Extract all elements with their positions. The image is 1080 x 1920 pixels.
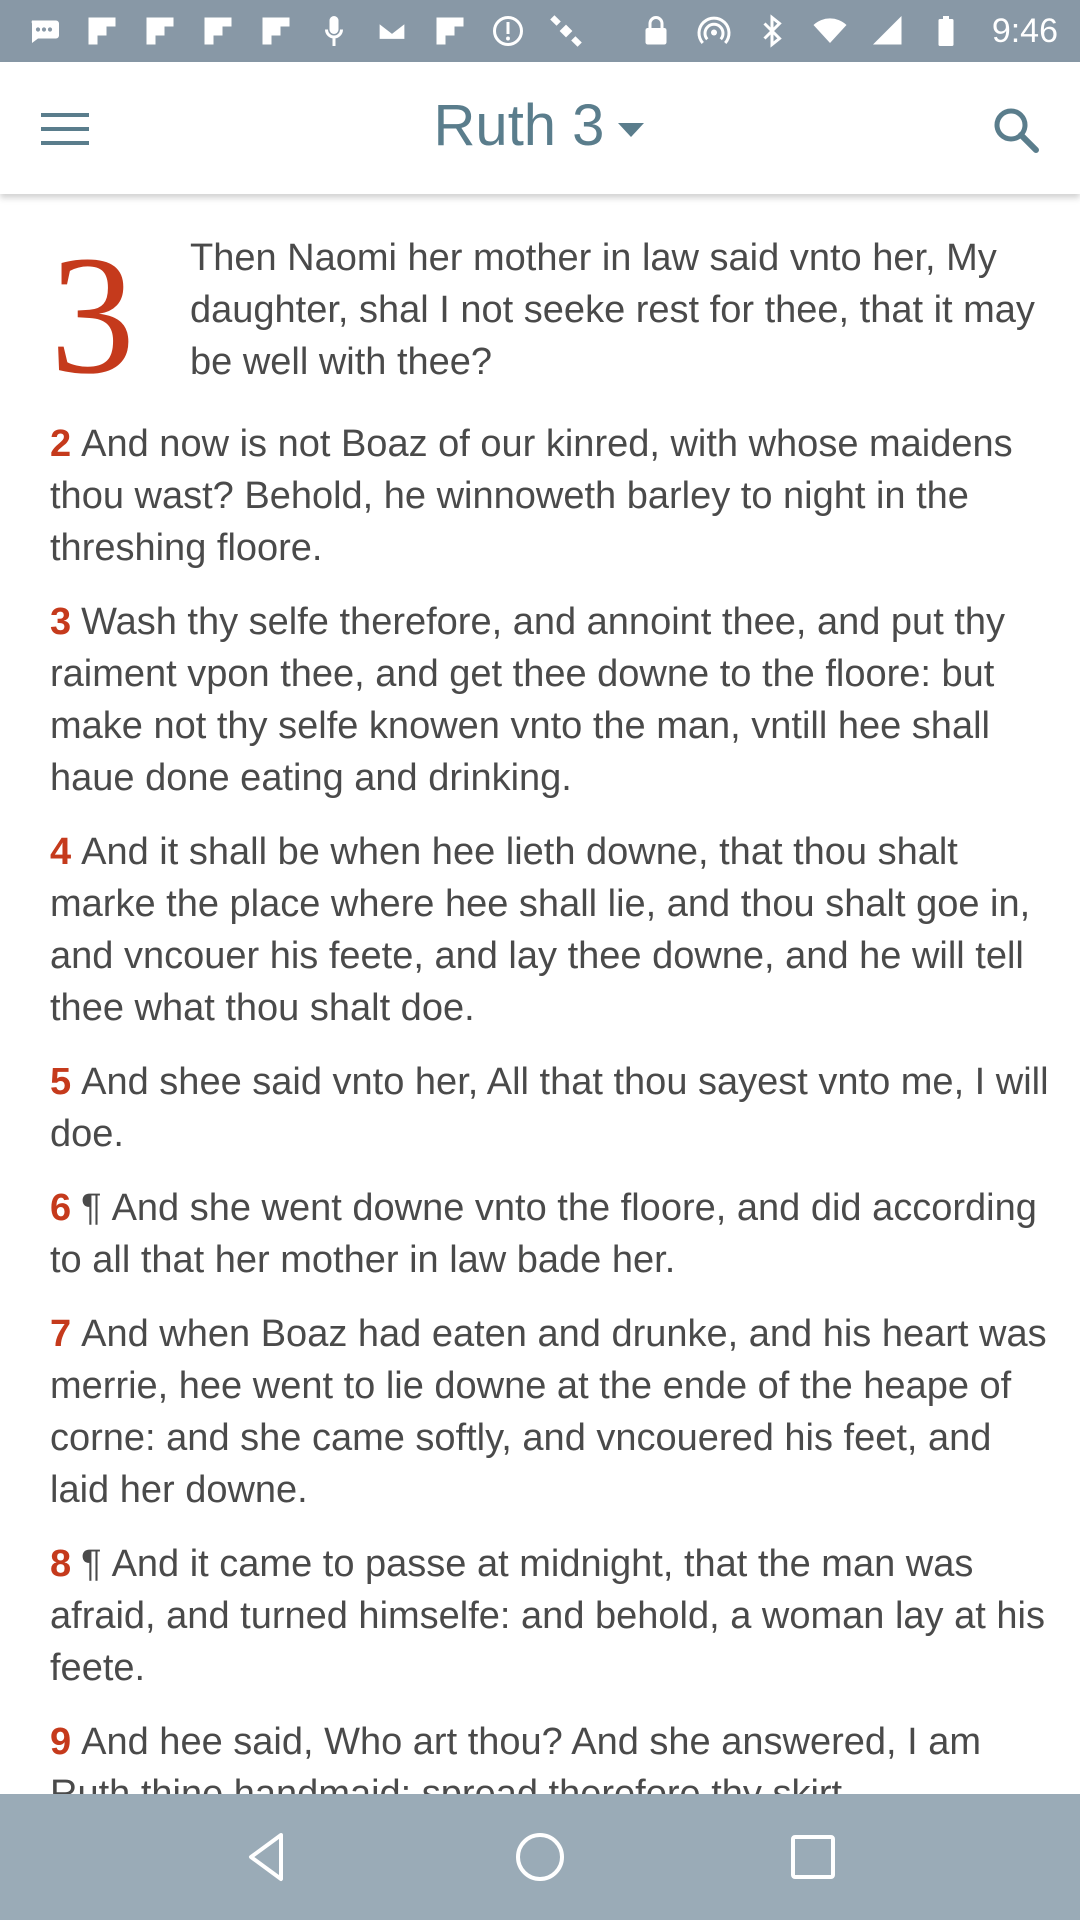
- back-triangle-icon: [248, 1833, 283, 1881]
- mail-icon: [374, 13, 410, 49]
- verse-text: And it came to passe at midnight, that t…: [50, 1543, 1045, 1689]
- flipboard-icon: [200, 13, 236, 49]
- chapter-content[interactable]: 3 Then Naomi her mother in law said vnto…: [0, 196, 1080, 1794]
- verse: 7 And when Boaz had eaten and drunke, and…: [50, 1308, 1052, 1516]
- verse: 5 And shee said vnto her, All that thou s…: [50, 1056, 1052, 1160]
- verse-number: 7: [50, 1313, 72, 1355]
- verse: 2 And now is not Boaz of our kinred, with…: [50, 418, 1052, 574]
- recents-square-icon: [791, 1835, 836, 1879]
- pilcrow-mark: ¶: [81, 1187, 102, 1229]
- status-right-icons: 9:46: [638, 12, 1058, 51]
- verse: 9 And hee said, Who art thou? And she ans…: [50, 1716, 1052, 1794]
- verse-text: Then Naomi her mother in law said vnto h…: [190, 237, 1035, 383]
- lock-icon: [638, 13, 674, 49]
- verse-number: 2: [50, 423, 72, 465]
- search-icon: [994, 108, 1039, 153]
- back-button[interactable]: [227, 1817, 307, 1897]
- verse-number: 5: [50, 1061, 72, 1103]
- verse-text: And shee said vnto her, All that thou sa…: [50, 1061, 1049, 1155]
- status-time: 9:46: [991, 11, 1058, 50]
- verse-text: And now is not Boaz of our kinred, with …: [50, 423, 1013, 569]
- chapter-selector[interactable]: Ruth 3: [0, 92, 1080, 159]
- status-left-icons: [26, 13, 584, 49]
- home-circle-icon: [515, 1833, 564, 1881]
- system-nav-bar: [0, 1794, 1080, 1920]
- verse-text: And she went downe vnto the floore, and …: [50, 1187, 1037, 1281]
- status-bar: 9:46: [0, 0, 1080, 62]
- verse-1: 3 Then Naomi her mother in law said vnto…: [50, 221, 1052, 409]
- verse-text: And it shall be when hee lieth downe, th…: [50, 831, 1031, 1029]
- verse-text: And when Boaz had eaten and drunke, and …: [50, 1313, 1047, 1511]
- info-icon: [490, 13, 526, 49]
- verse-number: 8: [50, 1543, 72, 1585]
- flipboard-icon: [142, 13, 178, 49]
- verse-number: 3: [50, 601, 72, 643]
- battery-icon: [928, 13, 964, 49]
- search-button[interactable]: [990, 104, 1042, 156]
- dropdown-arrow-icon: [618, 122, 645, 137]
- verse-text: And hee said, Who art thou? And she answ…: [50, 1721, 982, 1794]
- flipboard-icon: [432, 13, 468, 49]
- verse: 4 And it shall be when hee lieth downe, t…: [50, 826, 1052, 1034]
- recents-button[interactable]: [773, 1817, 853, 1897]
- verse-number: 9: [50, 1721, 72, 1763]
- page-title: Ruth 3: [433, 93, 605, 158]
- app-bar: Ruth 3: [0, 62, 1080, 194]
- verse-text: Wash thy selfe therefore, and annoint th…: [50, 601, 1005, 799]
- mic-icon: [316, 13, 352, 49]
- flipboard-icon: [258, 13, 294, 49]
- wifi-icon: [812, 13, 848, 49]
- verse: 8 ¶ And it came to passe at midnight, that…: [50, 1538, 1052, 1694]
- hotspot-icon: [696, 13, 732, 49]
- flipboard-icon: [84, 13, 120, 49]
- satellite-icon: [548, 13, 584, 49]
- chat-icon: [26, 13, 62, 49]
- verse: 6 ¶ And she went downe vnto the floore, an…: [50, 1182, 1052, 1286]
- verse-number: 4: [50, 831, 72, 873]
- verse-number: 6: [50, 1187, 72, 1229]
- chapter-drop-cap: 3: [50, 221, 135, 409]
- signal-icon: [870, 13, 906, 49]
- verse: 3 Wash thy selfe therefore, and annoint t…: [50, 596, 1052, 804]
- home-button[interactable]: [500, 1817, 580, 1897]
- bluetooth-icon: [754, 13, 790, 49]
- pilcrow-mark: ¶: [81, 1543, 102, 1585]
